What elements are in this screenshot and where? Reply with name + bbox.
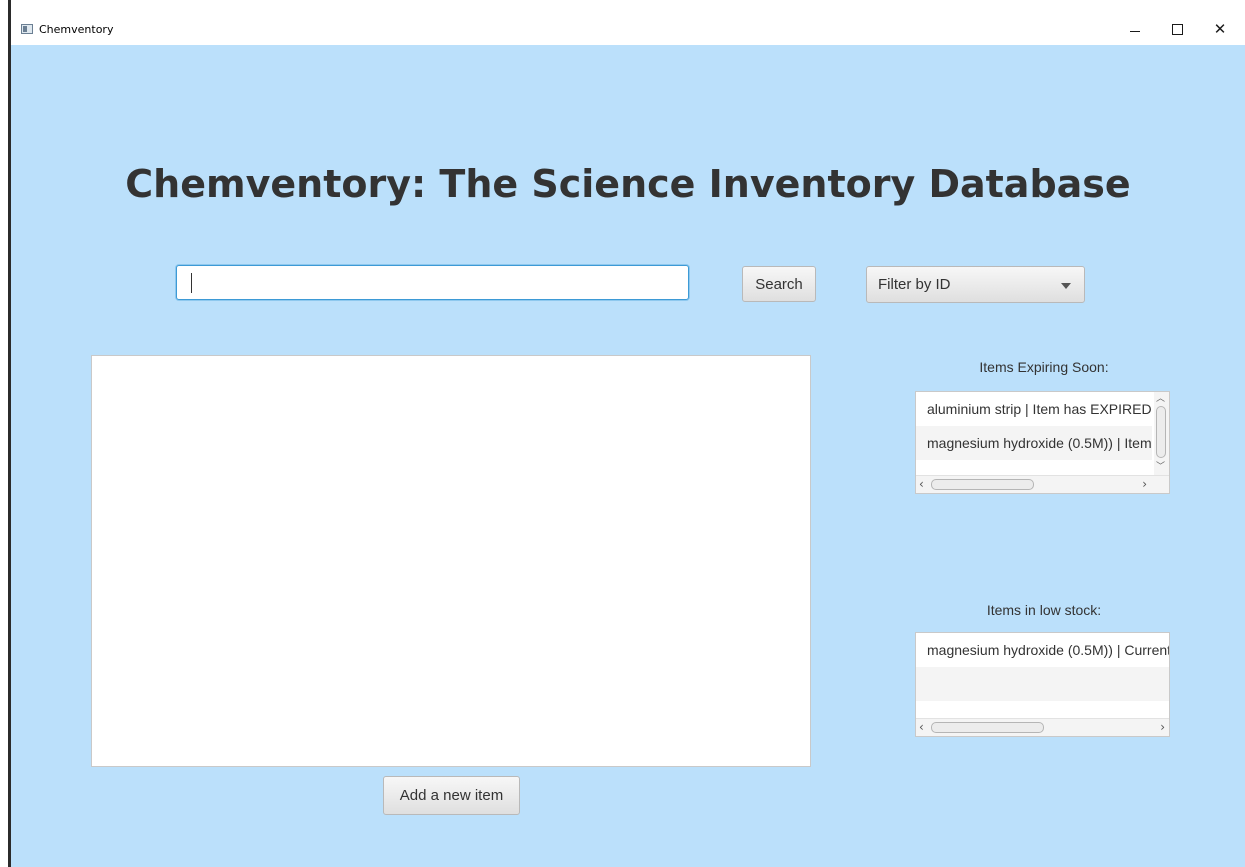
app-window-icon bbox=[21, 24, 33, 34]
title-bar[interactable]: Chemventory ✕ bbox=[11, 12, 1245, 45]
scroll-right-icon[interactable]: › bbox=[1160, 721, 1165, 734]
expiring-list[interactable]: aluminium strip | Item has EXPIRED magne… bbox=[915, 391, 1170, 494]
main-panel: Chemventory: The Science Inventory Datab… bbox=[11, 45, 1245, 867]
expiring-label: Items Expiring Soon: bbox=[979, 359, 1109, 375]
list-item[interactable]: magnesium hydroxide (0.5M)) | Current st… bbox=[916, 633, 1169, 667]
page-title: Chemventory: The Science Inventory Datab… bbox=[125, 162, 1131, 206]
add-item-button[interactable]: Add a new item bbox=[383, 776, 520, 815]
horizontal-scrollbar[interactable]: ‹ › bbox=[916, 475, 1169, 493]
scroll-thumb[interactable] bbox=[1156, 406, 1166, 458]
low-stock-label: Items in low stock: bbox=[986, 602, 1102, 618]
list-item[interactable]: magnesium hydroxide (0.5M)) | Item has E… bbox=[916, 426, 1152, 460]
close-button[interactable]: ✕ bbox=[1199, 14, 1241, 44]
window-title: Chemventory bbox=[39, 23, 114, 36]
minimize-button[interactable] bbox=[1114, 14, 1156, 44]
horizontal-scrollbar[interactable]: ‹ › bbox=[916, 718, 1169, 736]
list-item[interactable]: aluminium strip | Item has EXPIRED bbox=[916, 392, 1152, 426]
list-item-empty bbox=[916, 667, 1169, 701]
maximize-icon bbox=[1171, 23, 1183, 35]
chevron-down-icon bbox=[1061, 283, 1071, 289]
scroll-left-icon[interactable]: ‹ bbox=[919, 478, 924, 491]
search-input[interactable] bbox=[176, 265, 689, 300]
scroll-thumb[interactable] bbox=[931, 722, 1044, 733]
inventory-list[interactable] bbox=[91, 355, 811, 767]
scroll-thumb[interactable] bbox=[931, 479, 1034, 490]
scroll-down-icon[interactable]: ﹀ bbox=[1156, 462, 1165, 472]
vertical-scrollbar[interactable]: ︿ ﹀ bbox=[1154, 392, 1169, 475]
low-stock-list[interactable]: magnesium hydroxide (0.5M)) | Current st… bbox=[915, 632, 1170, 737]
scroll-left-icon[interactable]: ‹ bbox=[919, 721, 924, 734]
close-icon: ✕ bbox=[1213, 20, 1227, 38]
search-button[interactable]: Search bbox=[742, 266, 816, 302]
filter-selected-value: Filter by ID bbox=[878, 276, 951, 293]
scroll-up-icon[interactable]: ︿ bbox=[1156, 394, 1165, 404]
maximize-button[interactable] bbox=[1156, 14, 1198, 44]
scroll-right-icon[interactable]: › bbox=[1142, 478, 1147, 491]
text-caret bbox=[191, 273, 192, 293]
filter-dropdown[interactable]: Filter by ID bbox=[866, 266, 1085, 303]
minimize-icon bbox=[1130, 30, 1140, 32]
